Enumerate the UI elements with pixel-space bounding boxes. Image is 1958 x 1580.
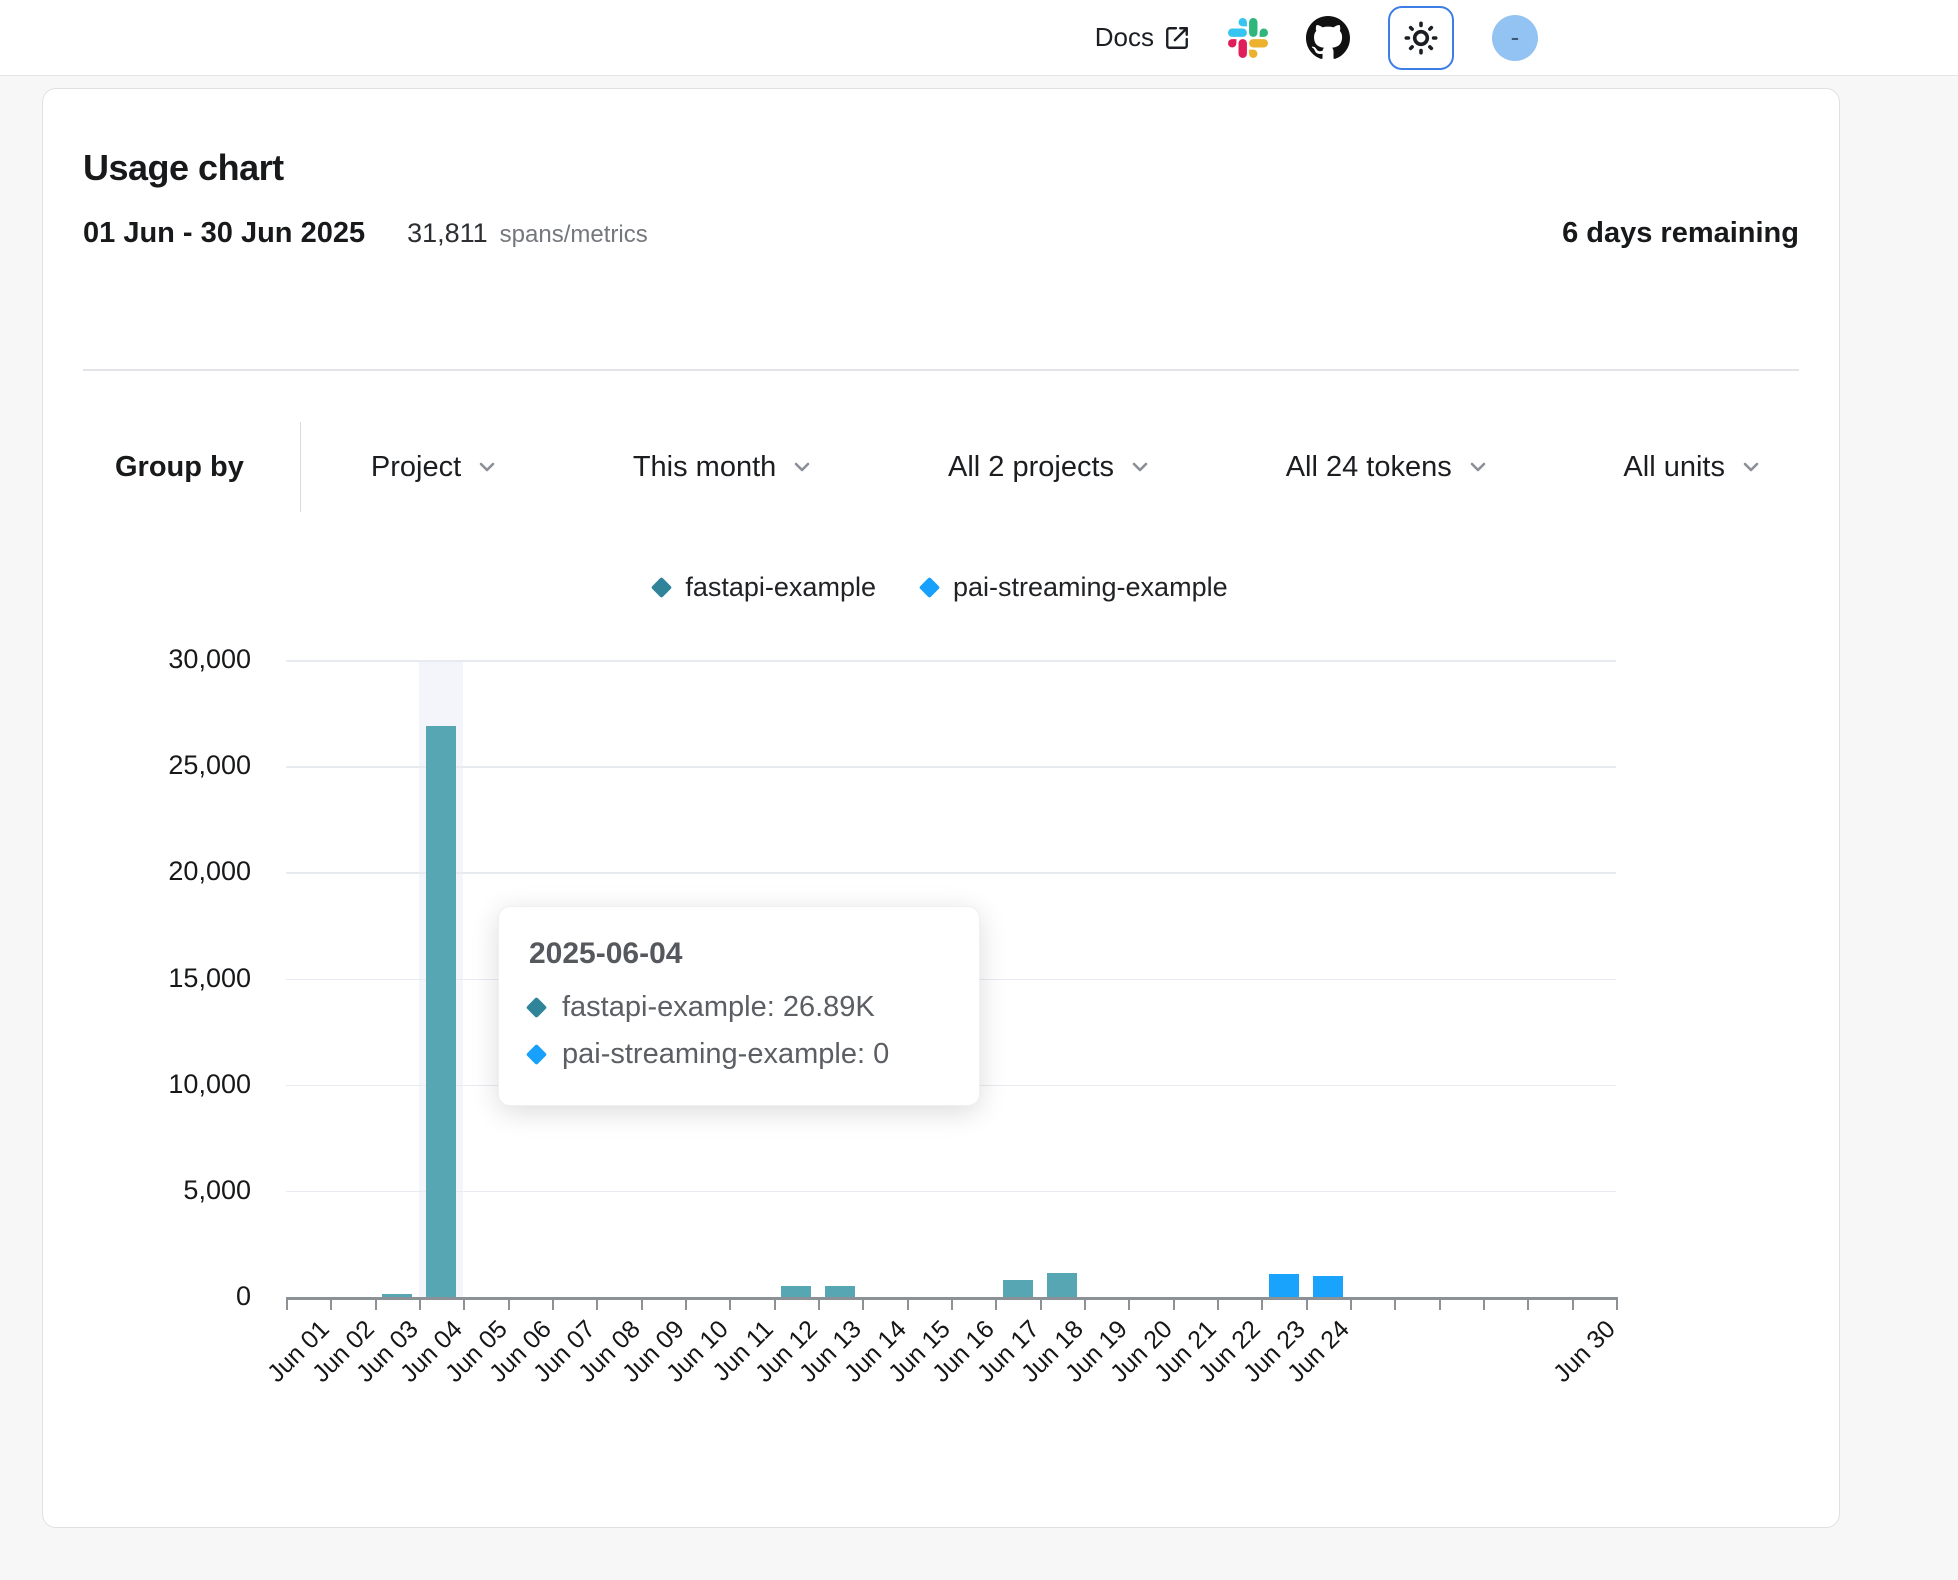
y-tick-label: 5,000 (91, 1175, 251, 1206)
axis-tick (1084, 1299, 1086, 1310)
axis-tick (774, 1299, 776, 1310)
topbar: Docs (0, 0, 1958, 76)
page-title: Usage chart (83, 147, 284, 189)
chevron-down-icon (1739, 455, 1763, 479)
axis-tick (1173, 1299, 1175, 1310)
tooltip-value: pai-streaming-example: 0 (562, 1038, 889, 1071)
usage-card: Usage chart 01 Jun - 30 Jun 2025 31,811 … (42, 88, 1840, 1528)
chart-legend: fastapi-example pai-streaming-example (83, 567, 1799, 607)
y-tick-label: 25,000 (91, 750, 251, 781)
axis-tick (907, 1299, 909, 1310)
total-unit: spans/metrics (500, 221, 648, 249)
chevron-down-icon (1128, 455, 1152, 479)
axis-tick (1572, 1299, 1574, 1310)
axis-tick (1483, 1299, 1485, 1310)
legend-diamond-icon (919, 576, 940, 597)
axis-tick (1394, 1299, 1396, 1310)
gridline (286, 1191, 1616, 1193)
bar[interactable] (781, 1286, 811, 1297)
tooltip-date: 2025-06-04 (529, 937, 945, 971)
avatar-label: - (1511, 22, 1520, 53)
axis-tick (1261, 1299, 1263, 1310)
y-tick-label: 10,000 (91, 1069, 251, 1100)
tooltip-diamond-icon (526, 997, 547, 1018)
axis-tick (862, 1299, 864, 1310)
bar[interactable] (1047, 1273, 1077, 1297)
axis-tick (1040, 1299, 1042, 1310)
chart-tooltip: 2025-06-04 fastapi-example: 26.89K pai-s… (498, 906, 980, 1106)
axis-tick (1217, 1299, 1219, 1310)
legend-label: fastapi-example (685, 572, 876, 603)
docs-label: Docs (1095, 22, 1154, 53)
docs-link[interactable]: Docs (1095, 22, 1190, 53)
axis-tick (330, 1299, 332, 1310)
external-link-icon (1164, 25, 1190, 51)
chevron-down-icon (1466, 455, 1490, 479)
legend-item-pai-streaming-example[interactable]: pai-streaming-example (922, 572, 1228, 603)
axis-tick (552, 1299, 554, 1310)
axis-tick (1128, 1299, 1130, 1310)
slack-icon (1228, 18, 1268, 58)
sun-icon (1406, 23, 1435, 52)
bar[interactable] (1003, 1280, 1033, 1297)
y-tick-label: 15,000 (91, 963, 251, 994)
chevron-down-icon (475, 455, 499, 479)
bar[interactable] (1313, 1276, 1343, 1297)
github-link[interactable] (1306, 16, 1350, 60)
axis-tick (995, 1299, 997, 1310)
axis-tick (375, 1299, 377, 1310)
days-remaining: 6 days remaining (1562, 217, 1799, 250)
tooltip-value: fastapi-example: 26.89K (562, 991, 875, 1024)
axis-tick (1350, 1299, 1352, 1310)
axis-tick (818, 1299, 820, 1310)
tooltip-row: fastapi-example: 26.89K (529, 991, 945, 1024)
bar[interactable] (825, 1286, 855, 1297)
axis-tick (641, 1299, 643, 1310)
legend-label: pai-streaming-example (953, 572, 1228, 603)
axis-tick (596, 1299, 598, 1310)
group-by-dropdown[interactable]: Project (371, 451, 499, 484)
tooltip-diamond-icon (526, 1044, 547, 1065)
total-count: 31,811 (407, 218, 488, 249)
tooltip-row: pai-streaming-example: 0 (529, 1038, 945, 1071)
legend-item-fastapi-example[interactable]: fastapi-example (654, 572, 876, 603)
avatar[interactable]: - (1492, 15, 1538, 61)
bar[interactable] (426, 726, 456, 1297)
y-tick-label: 20,000 (91, 856, 251, 887)
axis-tick (286, 1299, 288, 1310)
axis-tick (419, 1299, 421, 1310)
date-range: 01 Jun - 30 Jun 2025 (83, 217, 365, 250)
axis-tick (951, 1299, 953, 1310)
gridline (286, 872, 1616, 874)
group-by-label: Group by (83, 451, 244, 484)
gridline (286, 766, 1616, 768)
units-dropdown[interactable]: All units (1623, 451, 1763, 484)
github-icon (1306, 16, 1350, 59)
usage-bar-chart: 0 5,000 10,000 15,000 20,000 25,000 30,000 Jun … (83, 621, 1799, 1461)
usage-summary-row: 01 Jun - 30 Jun 2025 31,811 spans/metric… (83, 217, 1799, 261)
theme-toggle-button[interactable] (1388, 6, 1454, 70)
bar[interactable] (1269, 1274, 1299, 1297)
axis-tick (685, 1299, 687, 1310)
slack-link[interactable] (1228, 18, 1268, 58)
axis-tick (463, 1299, 465, 1310)
tokens-dropdown[interactable]: All 24 tokens (1286, 451, 1490, 484)
filter-bar: Group by Project This month All 2 projec… (83, 429, 1799, 505)
axis-tick (729, 1299, 731, 1310)
chevron-down-icon (790, 455, 814, 479)
projects-dropdown[interactable]: All 2 projects (948, 451, 1152, 484)
time-range-dropdown[interactable]: This month (633, 451, 814, 484)
axis-tick (1527, 1299, 1529, 1310)
axis-tick (1439, 1299, 1441, 1310)
gridline (286, 660, 1616, 662)
divider (83, 369, 1799, 371)
x-tick-label: Jun 30 (1548, 1315, 1622, 1389)
axis-tick (1616, 1299, 1618, 1310)
y-tick-label: 0 (91, 1281, 251, 1312)
legend-diamond-icon (651, 576, 672, 597)
axis-tick (1306, 1299, 1308, 1310)
y-tick-label: 30,000 (91, 644, 251, 675)
axis-tick (508, 1299, 510, 1310)
